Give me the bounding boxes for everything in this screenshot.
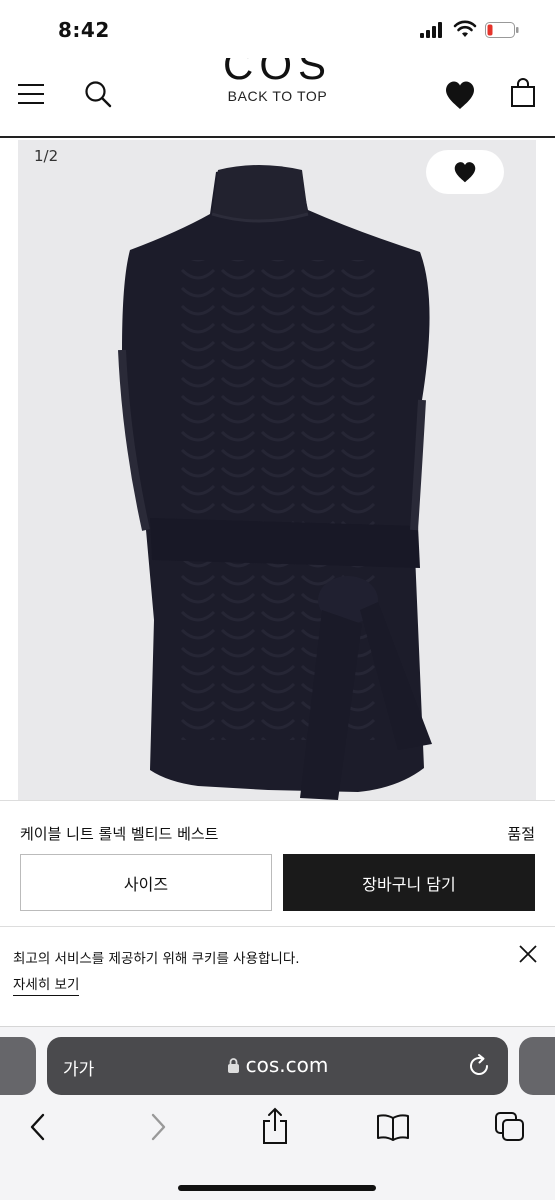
add-to-cart-button[interactable]: 장바구니 담기 bbox=[283, 854, 535, 911]
status-bar: 8:42 bbox=[0, 0, 555, 58]
previous-tab-preview[interactable] bbox=[0, 1037, 36, 1095]
next-tab-preview[interactable] bbox=[519, 1037, 555, 1095]
status-time: 8:42 bbox=[58, 18, 110, 42]
shopping-bag-icon[interactable] bbox=[510, 78, 536, 108]
tabs-icon[interactable] bbox=[494, 1111, 526, 1143]
image-counter: 1/2 bbox=[34, 147, 59, 165]
cookie-text: 최고의 서비스를 제공하기 위해 쿠키를 사용합니다. bbox=[13, 951, 300, 967]
product-name: 케이블 니트 롤넥 벨티드 베스트 bbox=[20, 825, 219, 843]
product-info: 케이블 니트 롤넥 벨티드 베스트 품절 사이즈 장바구니 담기 bbox=[0, 800, 555, 926]
product-image[interactable]: 1/2 bbox=[18, 140, 536, 800]
cellular-signal-icon bbox=[420, 22, 442, 38]
chevron-right-icon[interactable] bbox=[148, 1111, 168, 1143]
home-indicator bbox=[178, 1185, 376, 1191]
cookie-details-link[interactable]: 자세히 보기 bbox=[13, 973, 80, 996]
site-header: COS BACK TO TOP bbox=[0, 58, 555, 138]
chevron-left-icon[interactable] bbox=[28, 1111, 48, 1143]
book-icon[interactable] bbox=[376, 1113, 410, 1141]
size-select-button[interactable]: 사이즈 bbox=[20, 854, 272, 911]
battery-icon bbox=[485, 22, 519, 38]
close-icon[interactable] bbox=[517, 943, 539, 965]
address-bar[interactable]: 가가 cos.com bbox=[47, 1037, 508, 1095]
logo-text: COS bbox=[222, 58, 332, 86]
product-photo-vest bbox=[118, 165, 432, 800]
url-text: cos.com bbox=[245, 1053, 329, 1077]
url-display[interactable]: cos.com bbox=[47, 1053, 508, 1077]
wishlist-button[interactable] bbox=[426, 150, 504, 194]
stock-status: 품절 bbox=[507, 825, 535, 843]
heart-icon[interactable] bbox=[444, 80, 476, 110]
cookie-banner: 최고의 서비스를 제공하기 위해 쿠키를 사용합니다. 자세히 보기 bbox=[0, 926, 555, 1026]
wifi-icon bbox=[453, 20, 477, 37]
heart-icon bbox=[454, 162, 476, 183]
lock-icon bbox=[227, 1058, 239, 1073]
share-icon[interactable] bbox=[260, 1107, 290, 1145]
reload-icon[interactable] bbox=[466, 1053, 492, 1079]
browser-toolbar: 가가 cos.com bbox=[0, 1026, 555, 1200]
